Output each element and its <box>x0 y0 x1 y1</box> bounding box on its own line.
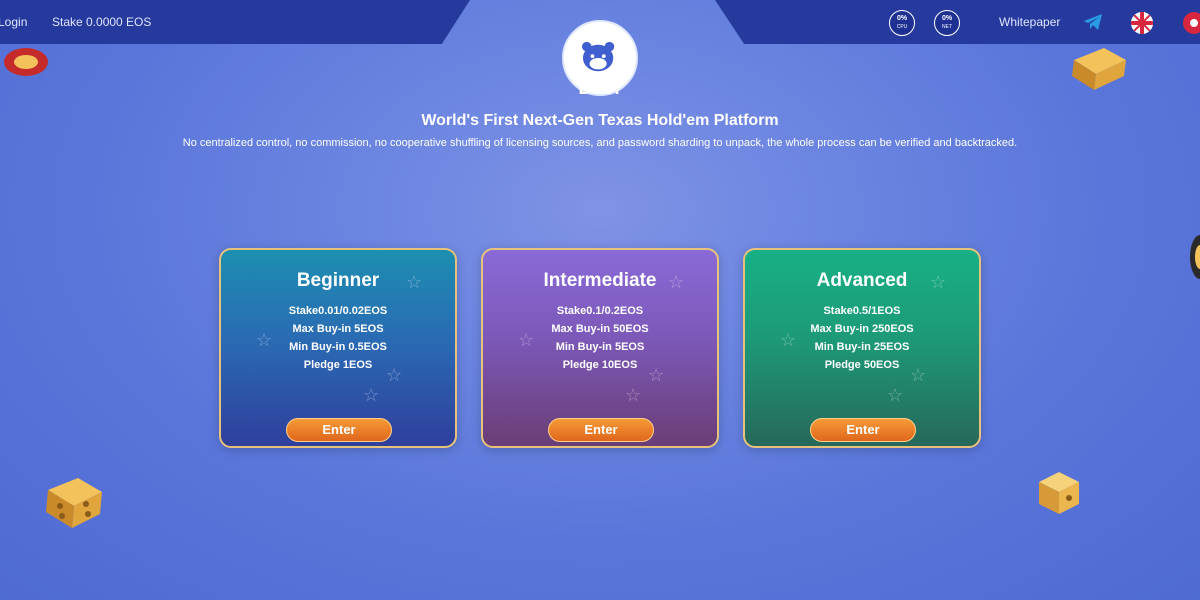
tier-pledge: Pledge 1EOS <box>303 359 373 371</box>
tier-pledge: Pledge 50EOS <box>824 359 900 371</box>
cpu-usage-badge: 0% CPU <box>889 10 915 36</box>
tier-card-intermediate: ☆ ☆ ☆ ☆ Intermediate Stake0.1/0.2EOS Max… <box>481 248 719 448</box>
enter-advanced-button[interactable]: Enter <box>810 418 916 442</box>
net-label: NET <box>942 24 952 30</box>
gold-dice-icon <box>1039 472 1079 514</box>
star-icon: ☆ <box>625 385 642 405</box>
cpu-label: CPU <box>896 24 908 30</box>
tier-min-buyin: Min Buy-in 0.5EOS <box>289 341 387 353</box>
gold-dice-icon <box>46 478 102 528</box>
hk-flag-icon[interactable] <box>1183 12 1200 34</box>
tier-card-advanced: ☆ ☆ ☆ ☆ Advanced Stake0.5/1EOS Max Buy-i… <box>743 248 981 448</box>
login-link[interactable]: Login <box>0 15 27 29</box>
star-icon: ☆ <box>363 385 380 405</box>
gold-dice-icon <box>1072 48 1126 90</box>
tier-stake: Stake0.1/0.2EOS <box>556 305 644 317</box>
enter-intermediate-button[interactable]: Enter <box>548 418 654 442</box>
logo-name: DTH <box>578 78 622 98</box>
telegram-icon[interactable] <box>1083 13 1103 31</box>
tier-stake: Stake0.01/0.02EOS <box>288 305 388 317</box>
uk-flag-icon[interactable] <box>1131 12 1153 34</box>
stake-balance: Stake 0.0000 EOS <box>52 15 152 29</box>
enter-beginner-button[interactable]: Enter <box>286 418 392 442</box>
tier-min-buyin: Min Buy-in 5EOS <box>555 341 645 353</box>
tier-name: Intermediate <box>543 270 657 291</box>
tier-name: Advanced <box>816 270 908 291</box>
tier-max-buyin: Max Buy-in 250EOS <box>810 323 914 335</box>
tier-pledge: Pledge 10EOS <box>562 359 638 371</box>
tier-min-buyin: Min Buy-in 25EOS <box>814 341 910 353</box>
tier-max-buyin: Max Buy-in 50EOS <box>551 323 649 335</box>
star-icon: ☆ <box>887 385 904 405</box>
tier-card-beginner: ☆ ☆ ☆ ☆ Beginner Stake0.01/0.02EOS Max B… <box>219 248 457 448</box>
whitepaper-link[interactable]: Whitepaper <box>999 15 1060 29</box>
hero-title: World's First Next-Gen Texas Hold'em Pla… <box>421 112 779 129</box>
cpu-value: 0% <box>896 15 908 22</box>
net-usage-badge: 0% NET <box>934 10 960 36</box>
tier-max-buyin: Max Buy-in 5EOS <box>292 323 384 335</box>
hero-subtitle: No centralized control, no commission, n… <box>182 137 1018 149</box>
net-value: 0% <box>941 15 953 22</box>
poker-chip-icon <box>4 48 48 76</box>
tier-name: Beginner <box>296 270 380 291</box>
tier-stake: Stake0.5/1EOS <box>823 305 901 317</box>
poker-chip-icon <box>1190 235 1200 279</box>
